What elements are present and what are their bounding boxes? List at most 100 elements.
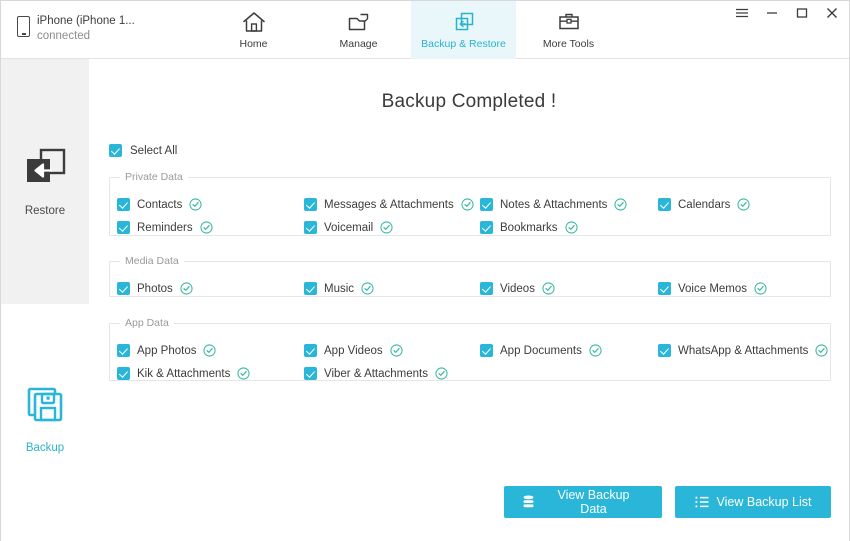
window-controls bbox=[735, 6, 839, 20]
option-row[interactable]: Calendars bbox=[658, 198, 751, 211]
completed-check-icon bbox=[200, 221, 213, 234]
tab-manage[interactable]: Manage bbox=[306, 1, 411, 59]
completed-check-icon bbox=[589, 344, 602, 357]
option-label: App Videos bbox=[324, 344, 383, 357]
option-row[interactable]: Reminders bbox=[117, 221, 213, 234]
option-label: Reminders bbox=[137, 221, 193, 234]
device-info[interactable]: iPhone (iPhone 1... connected bbox=[17, 14, 135, 43]
group-app-data-items: App Photos Kik & Attachments App Videos Vib… bbox=[110, 329, 830, 380]
option-checkbox[interactable] bbox=[480, 198, 493, 211]
group-private-data: Private Data Contacts Reminders Messages &… bbox=[109, 171, 831, 236]
option-label: Messages & Attachments bbox=[324, 198, 454, 211]
option-checkbox[interactable] bbox=[304, 221, 317, 234]
device-text: iPhone (iPhone 1... connected bbox=[37, 14, 135, 43]
view-backup-data-button[interactable]: View Backup Data bbox=[504, 486, 662, 518]
close-icon[interactable] bbox=[825, 6, 839, 20]
option-row[interactable]: Voicemail bbox=[304, 221, 393, 234]
list-icon bbox=[695, 496, 709, 508]
option-checkbox[interactable] bbox=[658, 198, 671, 211]
option-row[interactable]: WhatsApp & Attachments bbox=[658, 344, 828, 357]
completed-check-icon bbox=[614, 198, 627, 211]
option-checkbox[interactable] bbox=[304, 198, 317, 211]
option-label: Videos bbox=[500, 282, 535, 295]
sidebar-item-restore[interactable]: Restore bbox=[1, 59, 89, 304]
application-window: iPhone (iPhone 1... connected Home Manag… bbox=[0, 0, 850, 541]
option-checkbox[interactable] bbox=[658, 344, 671, 357]
option-checkbox[interactable] bbox=[117, 221, 130, 234]
view-backup-list-button[interactable]: View Backup List bbox=[675, 486, 831, 518]
option-row[interactable]: Bookmarks bbox=[480, 221, 578, 234]
option-label: Viber & Attachments bbox=[324, 367, 428, 380]
option-row[interactable]: Notes & Attachments bbox=[480, 198, 627, 211]
tab-more-tools[interactable]: More Tools bbox=[516, 1, 621, 59]
option-checkbox[interactable] bbox=[117, 344, 130, 357]
option-checkbox[interactable] bbox=[117, 198, 130, 211]
option-row[interactable]: App Photos bbox=[117, 344, 217, 357]
option-row[interactable]: Music bbox=[304, 282, 374, 295]
option-label: Calendars bbox=[678, 198, 731, 211]
select-all-checkbox[interactable] bbox=[109, 144, 122, 157]
group-media-data: Media Data Photos Music Videos Voice Memos bbox=[109, 255, 831, 297]
sidebar-item-restore-label: Restore bbox=[24, 205, 66, 217]
option-checkbox[interactable] bbox=[304, 367, 317, 380]
option-row[interactable]: Photos bbox=[117, 282, 193, 295]
tab-home[interactable]: Home bbox=[201, 1, 306, 59]
tab-backup-restore-label: Backup & Restore bbox=[421, 38, 506, 50]
option-checkbox[interactable] bbox=[658, 282, 671, 295]
footer-actions: View Backup Data View Backup List bbox=[89, 426, 849, 541]
device-connection-status: connected bbox=[37, 29, 91, 42]
group-app-data-legend: App Data bbox=[125, 317, 169, 329]
option-row[interactable]: Voice Memos bbox=[658, 282, 767, 295]
option-checkbox[interactable] bbox=[304, 344, 317, 357]
page-title: Backup Completed ! bbox=[381, 91, 557, 112]
option-label: Notes & Attachments bbox=[500, 198, 608, 211]
sidebar-item-backup[interactable]: Backup bbox=[1, 359, 89, 479]
completed-check-icon bbox=[361, 282, 374, 295]
completed-check-icon bbox=[461, 198, 474, 211]
option-label: Bookmarks bbox=[500, 221, 558, 234]
option-row[interactable]: App Videos bbox=[304, 344, 403, 357]
select-all-label: Select All bbox=[130, 144, 178, 157]
completed-check-icon bbox=[180, 282, 193, 295]
option-checkbox[interactable] bbox=[304, 282, 317, 295]
option-label: WhatsApp & Attachments bbox=[678, 344, 809, 357]
view-backup-list-label: View Backup List bbox=[716, 495, 812, 509]
main-navigation: Home Manage Backup & Restore More Tools bbox=[201, 1, 621, 59]
option-checkbox[interactable] bbox=[480, 344, 493, 357]
option-row[interactable]: Contacts bbox=[117, 198, 202, 211]
completed-check-icon bbox=[390, 344, 403, 357]
sidebar-item-backup-label: Backup bbox=[25, 442, 65, 454]
option-label: Voice Memos bbox=[678, 282, 748, 295]
option-row[interactable]: Messages & Attachments bbox=[304, 198, 474, 211]
select-all-row[interactable]: Select All bbox=[109, 144, 177, 157]
group-media-data-items: Photos Music Videos Voice Memos bbox=[110, 267, 830, 296]
completed-check-icon bbox=[564, 221, 578, 234]
group-private-data-legend: Private Data bbox=[125, 171, 183, 183]
tab-backup-restore[interactable]: Backup & Restore bbox=[411, 1, 516, 59]
minimize-icon[interactable] bbox=[765, 6, 779, 20]
backup-restore-icon bbox=[451, 10, 477, 34]
option-label: App Photos bbox=[137, 344, 197, 357]
option-label: Voicemail bbox=[324, 221, 374, 234]
menu-icon[interactable] bbox=[735, 6, 749, 20]
tab-manage-label: Manage bbox=[339, 38, 378, 50]
option-row[interactable]: Videos bbox=[480, 282, 555, 295]
maximize-icon[interactable] bbox=[795, 6, 809, 20]
group-private-data-items: Contacts Reminders Messages & Attachments V… bbox=[110, 183, 830, 235]
option-row[interactable]: Kik & Attachments bbox=[117, 367, 250, 380]
option-row[interactable]: App Documents bbox=[480, 344, 602, 357]
option-row[interactable]: Viber & Attachments bbox=[304, 367, 448, 380]
completed-check-icon bbox=[754, 282, 767, 295]
option-label: App Documents bbox=[500, 344, 582, 357]
completed-check-icon bbox=[435, 367, 448, 380]
restore-icon bbox=[22, 146, 68, 193]
option-checkbox[interactable] bbox=[117, 282, 130, 295]
tab-more-tools-label: More Tools bbox=[542, 38, 595, 50]
option-checkbox[interactable] bbox=[480, 221, 493, 234]
backup-icon bbox=[22, 384, 68, 431]
completed-check-icon bbox=[380, 221, 393, 234]
option-checkbox[interactable] bbox=[480, 282, 493, 295]
view-backup-data-label: View Backup Data bbox=[557, 488, 630, 516]
completed-check-icon bbox=[737, 198, 751, 211]
option-checkbox[interactable] bbox=[117, 367, 130, 380]
